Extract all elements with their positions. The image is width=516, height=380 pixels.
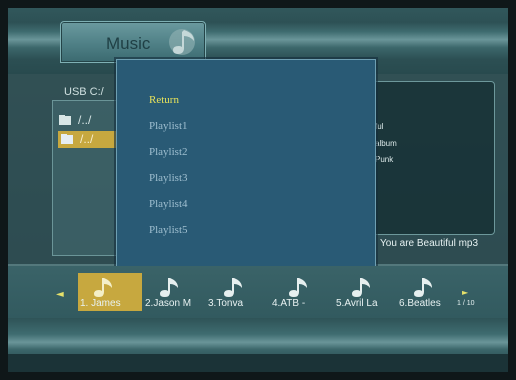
menu-item-playlist2[interactable]: Playlist2 [149, 146, 188, 158]
music-note-icon [414, 278, 432, 297]
file-row-label: /../ [78, 113, 92, 127]
music-note-icon [352, 278, 370, 297]
scroll-left-icon[interactable]: ◄ [56, 289, 64, 300]
music-note-icon [160, 278, 178, 297]
file-row-selected[interactable]: /../ [58, 131, 116, 148]
thumbnail-label[interactable]: 6.Beatles [399, 298, 457, 309]
menu-item-return[interactable]: Return [149, 94, 179, 106]
thumbnail-label[interactable]: 2.Jason M [145, 298, 201, 309]
music-note-icon [224, 278, 242, 297]
menu-item-playlist4[interactable]: Playlist4 [149, 198, 188, 210]
file-row[interactable]: /../ [58, 112, 112, 129]
music-note-icon [169, 29, 195, 55]
now-playing-text: You are Beautiful mp3 [380, 238, 479, 249]
info-line: Punk [375, 155, 394, 164]
menu-item-playlist5[interactable]: Playlist5 [149, 224, 188, 236]
file-row-label: /../ [80, 132, 94, 146]
menu-item-playlist3[interactable]: Playlist3 [149, 172, 188, 184]
thumbnail-label[interactable]: 4.ATB - [272, 298, 330, 309]
bottom-shade [8, 354, 508, 372]
menu-item-playlist1[interactable]: Playlist1 [149, 120, 188, 132]
music-note-icon [289, 278, 307, 297]
path-breadcrumb: USB C:/ [64, 86, 104, 98]
scroll-right-icon[interactable]: ► [462, 288, 468, 297]
page-title: Music [106, 34, 151, 53]
screen: Music USB C:/ /../ /../ ful album Punk Y… [0, 0, 516, 380]
thumbnail-label[interactable]: 3.Tonva [208, 298, 266, 309]
page-indicator: 1 / 10 [457, 300, 475, 307]
folder-icon [61, 134, 73, 144]
music-note-icon [94, 278, 112, 297]
info-line: ful [375, 122, 384, 131]
folder-icon [59, 115, 71, 125]
thumbnail-label: 1. James [80, 298, 121, 309]
info-line: album [375, 139, 397, 148]
thumbnail-label[interactable]: 5.Avril La [336, 298, 396, 309]
playlist-menu [116, 59, 376, 273]
